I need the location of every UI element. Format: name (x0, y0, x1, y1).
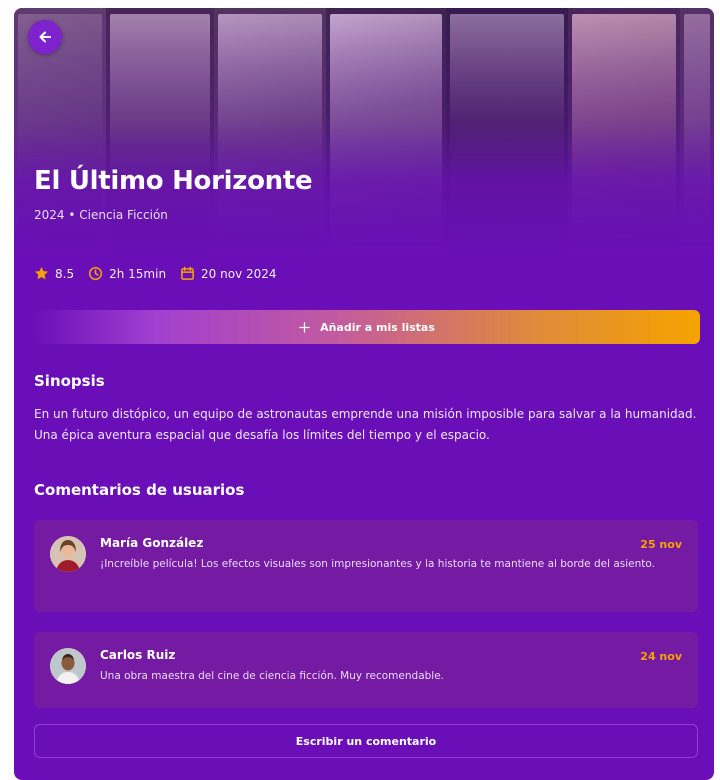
rating: 8.5 (34, 266, 74, 281)
clock-icon (89, 266, 103, 281)
back-arrow-icon (39, 31, 51, 43)
avatar (50, 648, 86, 684)
movie-title: El Último Horizonte (34, 166, 313, 196)
calendar-icon (181, 266, 194, 280)
synopsis-heading: Sinopsis (34, 372, 105, 390)
comment-text: Una obra maestra del cine de ciencia fic… (100, 670, 445, 682)
comment-card: María González 25 nov ¡Increíble películ… (34, 520, 698, 612)
movie-detail-card: El Último Horizonte 2024 • Ciencia Ficci… (14, 8, 714, 780)
plus-icon (299, 321, 310, 333)
write-comment-button[interactable]: Escribir un comentario (34, 724, 698, 758)
movie-meta-row: 8.5 2h 15min 20 nov 2024 (34, 266, 277, 281)
back-button[interactable] (28, 20, 62, 54)
comments-heading: Comentarios de usuarios (34, 481, 245, 499)
add-to-lists-button[interactable]: Añadir a mis listas (34, 310, 700, 344)
comment-text: ¡Increíble película! Los efectos visuale… (100, 558, 655, 570)
synopsis-text: En un futuro distópico, un equipo de ast… (34, 407, 697, 442)
comment-author: Carlos Ruiz (100, 648, 176, 662)
write-comment-label: Escribir un comentario (295, 734, 437, 748)
duration-value: 2h 15min (109, 266, 167, 281)
comment-author: María González (100, 536, 204, 550)
add-to-lists-label: Añadir a mis listas (320, 320, 435, 334)
comment-date: 24 nov (640, 650, 682, 663)
release-date: 20 nov 2024 (180, 266, 277, 281)
release-date-value: 20 nov 2024 (201, 266, 277, 281)
rating-value: 8.5 (55, 266, 75, 281)
comment-date: 25 nov (640, 538, 682, 551)
comment-card: Carlos Ruiz 24 nov Una obra maestra del … (34, 632, 698, 708)
avatar (50, 536, 86, 572)
duration: 2h 15min (88, 266, 166, 281)
movie-year-genre: 2024 • Ciencia Ficción (34, 208, 168, 222)
star-icon (35, 266, 48, 280)
